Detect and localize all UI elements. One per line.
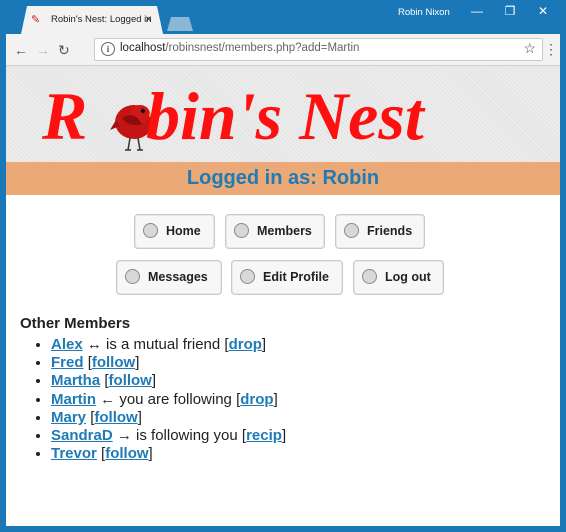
- member-link[interactable]: Martin: [51, 391, 96, 408]
- member-status: → is following you: [112, 427, 242, 445]
- member-link[interactable]: Martha: [51, 372, 100, 389]
- list-item: Martin ← you are following [drop]: [51, 391, 286, 409]
- close-tab-icon[interactable]: ×: [145, 12, 152, 26]
- members-heading: Other Members: [20, 315, 131, 332]
- list-item: Alex ↔ is a mutual friend [drop]: [51, 336, 286, 354]
- member-action-link[interactable]: follow: [109, 372, 152, 389]
- title-bar: ✎ Robin's Nest: Logged in × Robin Nixon …: [0, 0, 566, 34]
- address-bar[interactable]: i localhost/robinsnest/members.php?add=M…: [94, 38, 543, 61]
- favicon-icon: ✎: [31, 14, 41, 26]
- member-link[interactable]: Trevor: [51, 445, 97, 462]
- list-item: Fred [follow]: [51, 354, 286, 372]
- member-action-link[interactable]: follow: [92, 354, 135, 371]
- edit-profile-label: Edit Profile: [263, 270, 329, 284]
- friends-button[interactable]: Friends: [335, 214, 425, 249]
- list-item: Martha [follow]: [51, 372, 286, 390]
- user-icon: [234, 223, 249, 238]
- member-link[interactable]: Alex: [51, 336, 83, 353]
- bookmark-star-icon[interactable]: ☆: [523, 40, 536, 57]
- member-link[interactable]: SandraD: [51, 427, 113, 444]
- info-icon[interactable]: i: [101, 42, 115, 56]
- log-out-label: Log out: [385, 270, 431, 284]
- member-status: [86, 409, 90, 426]
- logged-in-banner: Logged in as: Robin: [6, 162, 560, 195]
- logged-in-text: Logged in as: Robin: [186, 167, 380, 189]
- site-logo-banner: R bin's Nest: [6, 66, 560, 162]
- messages-button[interactable]: Messages: [116, 260, 222, 295]
- browser-menu-icon[interactable]: ⋮: [544, 41, 558, 58]
- logout-icon: [362, 269, 377, 284]
- home-icon: [143, 223, 158, 238]
- member-status: [97, 445, 101, 462]
- list-item: SandraD → is following you [recip]: [51, 427, 286, 445]
- members-list: Alex ↔ is a mutual friend [drop] Fred [f…: [20, 336, 286, 463]
- messages-label: Messages: [148, 270, 208, 284]
- page-content: R bin's Nest Logged in as: Robin Home Me…: [6, 66, 560, 526]
- member-link[interactable]: Fred: [51, 354, 84, 371]
- members-label: Members: [257, 224, 312, 238]
- browser-window: ✎ Robin's Nest: Logged in × Robin Nixon …: [0, 0, 566, 532]
- list-item: Trevor [follow]: [51, 445, 286, 463]
- member-action-link[interactable]: recip: [246, 427, 282, 444]
- friends-label: Friends: [367, 224, 413, 238]
- member-status: [100, 372, 104, 389]
- member-status: ↔ is a mutual friend: [82, 336, 225, 353]
- site-title-part2: bin's Nest: [146, 78, 424, 154]
- list-item: Mary [follow]: [51, 409, 286, 427]
- browser-toolbar: ← → ↻ i localhost/robinsnest/members.php…: [6, 34, 560, 66]
- member-action-link[interactable]: follow: [94, 409, 137, 426]
- member-link[interactable]: Mary: [51, 409, 86, 426]
- profile-name[interactable]: Robin Nixon: [398, 7, 450, 18]
- member-status: ← you are following: [96, 390, 237, 408]
- edit-profile-button[interactable]: Edit Profile: [231, 260, 343, 295]
- site-title-part1: R: [42, 78, 88, 154]
- new-tab-button[interactable]: [167, 17, 193, 31]
- browser-tab[interactable]: ✎ Robin's Nest: Logged in ×: [21, 6, 163, 34]
- url-text[interactable]: localhost/robinsnest/members.php?add=Mar…: [120, 42, 359, 54]
- window-controls: — ❐ ✕: [455, 0, 566, 24]
- back-icon[interactable]: ←: [14, 42, 28, 58]
- member-status: [84, 354, 88, 371]
- url-path: /robinsnest/members.php?add=Martin: [165, 42, 360, 54]
- home-label: Home: [166, 224, 201, 238]
- tab-title: Robin's Nest: Logged in: [51, 14, 152, 25]
- heart-icon: [344, 223, 359, 238]
- url-host: localhost: [120, 42, 166, 54]
- pencil-icon: [240, 269, 255, 284]
- member-action-link[interactable]: follow: [105, 445, 148, 462]
- member-action-link[interactable]: drop: [229, 336, 262, 353]
- close-window-button[interactable]: ✕: [521, 0, 565, 24]
- home-button[interactable]: Home: [134, 214, 215, 249]
- member-action-link[interactable]: drop: [240, 391, 273, 408]
- log-out-button[interactable]: Log out: [353, 260, 444, 295]
- reload-icon[interactable]: ↻: [58, 42, 70, 59]
- members-button[interactable]: Members: [225, 214, 325, 249]
- forward-icon[interactable]: →: [36, 42, 50, 58]
- envelope-icon: [125, 269, 140, 284]
